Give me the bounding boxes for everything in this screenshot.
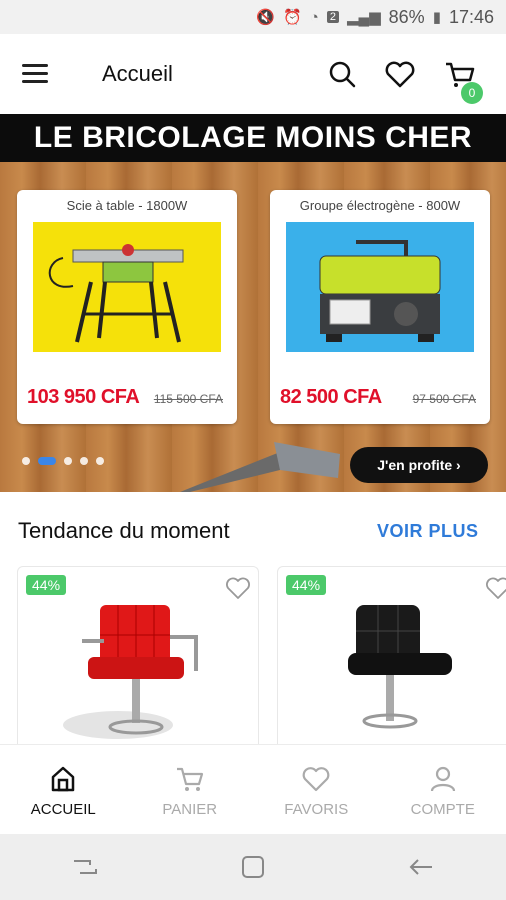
- heart-icon[interactable]: [382, 56, 418, 92]
- wifi-icon: ◔: [309, 8, 319, 26]
- sim-badge: 2: [326, 11, 339, 23]
- nav-label: COMPTE: [410, 801, 475, 818]
- mute-icon: 🔇: [256, 9, 276, 26]
- nav-item-home[interactable]: ACCUEIL: [0, 745, 127, 835]
- carousel-dot[interactable]: [80, 457, 88, 465]
- promo-card-old-price: 115 500 CFA: [153, 392, 223, 406]
- promo-card-generator[interactable]: Groupe électrogène - 800W 82 500 CFA 97 …: [270, 190, 490, 424]
- hammer-icon: [180, 442, 340, 492]
- carousel-indicators: [22, 457, 104, 465]
- discount-badge: 44%: [286, 575, 327, 595]
- nav-item-favorites[interactable]: FAVORIS: [253, 745, 380, 835]
- carousel-dot[interactable]: [64, 457, 72, 465]
- recent-apps-icon[interactable]: [70, 855, 100, 879]
- battery-icon: ▮: [432, 9, 441, 26]
- search-icon[interactable]: [324, 56, 360, 92]
- clock: 17:46: [448, 6, 494, 27]
- back-icon[interactable]: [406, 855, 436, 879]
- bottom-navigation: ACCUEIL PANIER FAVORIS COMPTE: [0, 744, 506, 834]
- cta-button[interactable]: J'en profite ›: [350, 447, 488, 483]
- promo-card-table-saw[interactable]: Scie à table - 1800W 103 950 CFA 115 500…: [17, 190, 237, 424]
- product-card[interactable]: 44%: [277, 566, 506, 756]
- promo-card-title: Scie à table - 1800W: [66, 198, 188, 213]
- system-navigation-bar: [0, 834, 506, 900]
- promo-card-old-price: 97 500 CFA: [412, 392, 476, 406]
- menu-icon[interactable]: [22, 64, 48, 84]
- user-icon: [430, 766, 455, 792]
- see-more-link[interactable]: VOIR PLUS: [377, 521, 479, 542]
- nav-label: PANIER: [162, 801, 218, 818]
- home-icon: [52, 766, 75, 792]
- nav-item-account[interactable]: COMPTE: [380, 745, 506, 835]
- battery-percent: 86%: [388, 6, 425, 27]
- favorite-heart-icon[interactable]: [224, 575, 252, 601]
- carousel-dot[interactable]: [22, 457, 30, 465]
- status-bar: 🔇 ⏰ ◔ 2 ▂▄▆ 86% ▮ 17:46: [0, 0, 506, 34]
- promo-card-price: 103 950 CFA: [27, 386, 140, 408]
- discount-badge: 44%: [26, 575, 67, 595]
- alarm-icon: ⏰: [283, 9, 302, 26]
- promo-banner[interactable]: LE BRICOLAGE MOINS CHER Scie à table - 1…: [0, 114, 506, 492]
- banner-headline: LE BRICOLAGE MOINS CHER: [0, 114, 506, 162]
- home-button-icon[interactable]: [240, 854, 266, 880]
- cart-count-badge: 0: [461, 82, 483, 104]
- signal-icon: ▂▄▆: [346, 9, 381, 26]
- nav-label: FAVORIS: [284, 801, 349, 818]
- app-header: Accueil 0: [0, 34, 506, 114]
- product-card[interactable]: 44%: [17, 566, 259, 756]
- cart-icon: [176, 767, 203, 791]
- nav-item-cart[interactable]: PANIER: [127, 745, 254, 835]
- page-title: Accueil: [102, 61, 173, 86]
- carousel-dot[interactable]: [96, 457, 104, 465]
- promo-card-price: 82 500 CFA: [280, 386, 382, 408]
- carousel-dot-active[interactable]: [38, 457, 56, 465]
- generator-image: [286, 222, 474, 352]
- nav-label: ACCUEIL: [30, 801, 96, 818]
- table-saw-image: [33, 222, 221, 352]
- red-bar-stool-image: [63, 605, 198, 739]
- section-title: Tendance du moment: [18, 518, 230, 543]
- black-bar-stool-image: [348, 605, 452, 729]
- promo-card-title: Groupe électrogène - 800W: [299, 198, 461, 213]
- heart-icon: [302, 767, 330, 792]
